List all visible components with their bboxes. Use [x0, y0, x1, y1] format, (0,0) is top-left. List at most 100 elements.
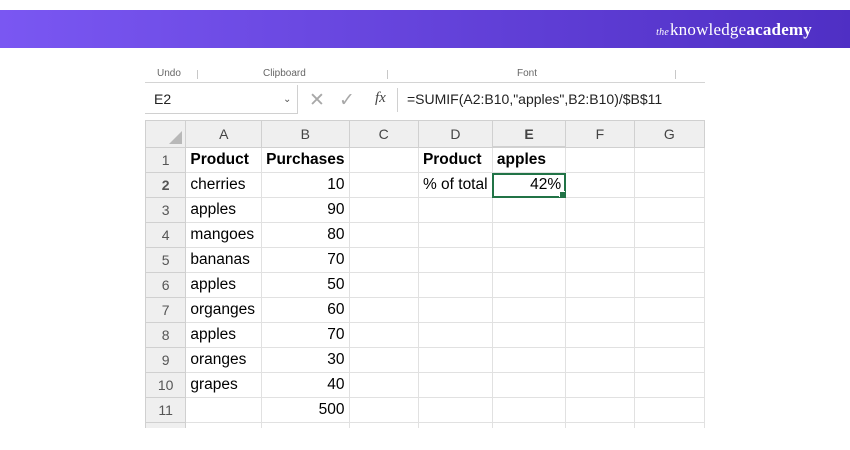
- cell-d8[interactable]: [417, 322, 493, 348]
- cell-a12[interactable]: [185, 422, 263, 428]
- cell-e2[interactable]: 42%: [491, 172, 567, 198]
- cell-a8[interactable]: apples: [185, 322, 263, 348]
- cell-g11[interactable]: [633, 397, 705, 423]
- cell-e10[interactable]: [491, 372, 567, 398]
- cell-d6[interactable]: [417, 272, 493, 298]
- cell-f6[interactable]: [565, 272, 635, 298]
- row-header-4[interactable]: 4: [145, 222, 187, 248]
- cell-c9[interactable]: [348, 347, 419, 373]
- cell-g12[interactable]: [633, 422, 705, 428]
- cell-f4[interactable]: [565, 222, 635, 248]
- cell-c11[interactable]: [348, 397, 419, 423]
- ribbon-font-label[interactable]: Font: [517, 68, 537, 79]
- cell-c10[interactable]: [348, 372, 419, 398]
- row-header-7[interactable]: 7: [145, 297, 187, 323]
- cell-b2[interactable]: 10: [261, 172, 350, 198]
- cell-b8[interactable]: 70: [261, 322, 350, 348]
- cell-c5[interactable]: [348, 247, 419, 273]
- row-header-1[interactable]: 1: [145, 146, 187, 173]
- cell-b7[interactable]: 60: [261, 297, 350, 323]
- cell-b3[interactable]: 90: [261, 197, 350, 223]
- cell-a2[interactable]: cherries: [185, 172, 263, 198]
- row-header-11[interactable]: 11: [145, 397, 187, 423]
- cell-b10[interactable]: 40: [261, 372, 350, 398]
- cancel-icon[interactable]: ✕: [309, 89, 325, 112]
- cell-f1[interactable]: [565, 146, 635, 173]
- cell-f8[interactable]: [565, 322, 635, 348]
- insert-function-icon[interactable]: fx: [375, 90, 386, 107]
- row-header-5[interactable]: 5: [145, 247, 187, 273]
- cell-e11[interactable]: [491, 397, 567, 423]
- row-header-3[interactable]: 3: [145, 197, 187, 223]
- cell-e3[interactable]: [491, 197, 567, 223]
- name-box[interactable]: E2 ⌄: [145, 85, 298, 114]
- cell-g2[interactable]: [633, 172, 705, 198]
- cell-b1[interactable]: Purchases: [261, 146, 350, 173]
- ribbon-undo-label[interactable]: Undo: [157, 68, 181, 79]
- cell-d4[interactable]: [417, 222, 493, 248]
- column-header-g[interactable]: G: [633, 120, 705, 148]
- column-header-e[interactable]: E: [491, 120, 567, 148]
- cell-e9[interactable]: [491, 347, 567, 373]
- cell-f9[interactable]: [565, 347, 635, 373]
- cell-g5[interactable]: [633, 247, 705, 273]
- cell-g6[interactable]: [633, 272, 705, 298]
- cell-c8[interactable]: [348, 322, 419, 348]
- cell-c12[interactable]: [348, 422, 419, 428]
- cell-b9[interactable]: 30: [261, 347, 350, 373]
- cell-b5[interactable]: 70: [261, 247, 350, 273]
- cell-e6[interactable]: [491, 272, 567, 298]
- cell-a7[interactable]: organges: [185, 297, 263, 323]
- cell-a4[interactable]: mangoes: [185, 222, 263, 248]
- column-header-a[interactable]: A: [185, 120, 263, 148]
- cell-c7[interactable]: [348, 297, 419, 323]
- cell-f7[interactable]: [565, 297, 635, 323]
- row-header-12[interactable]: 12: [145, 422, 187, 428]
- column-header-c[interactable]: C: [348, 120, 419, 148]
- cell-f3[interactable]: [565, 197, 635, 223]
- cell-a10[interactable]: grapes: [185, 372, 263, 398]
- enter-icon[interactable]: ✓: [339, 89, 355, 112]
- cell-d10[interactable]: [417, 372, 493, 398]
- fill-handle[interactable]: [559, 191, 565, 197]
- formula-input[interactable]: =SUMIF(A2:B10,"apples",B2:B10)/$B$11: [407, 91, 662, 107]
- cell-a11[interactable]: [185, 397, 263, 423]
- cell-c3[interactable]: [348, 197, 419, 223]
- column-header-d[interactable]: D: [417, 120, 493, 148]
- cell-f2[interactable]: [565, 172, 635, 198]
- cell-g3[interactable]: [633, 197, 705, 223]
- row-header-2[interactable]: 2: [145, 172, 187, 198]
- cell-a9[interactable]: oranges: [185, 347, 263, 373]
- cell-d11[interactable]: [417, 397, 493, 423]
- cell-g8[interactable]: [633, 322, 705, 348]
- cell-c1[interactable]: [348, 146, 419, 173]
- cell-b11[interactable]: 500: [261, 397, 350, 423]
- cell-f10[interactable]: [565, 372, 635, 398]
- ribbon-clipboard-label[interactable]: Clipboard: [263, 68, 306, 79]
- cell-e4[interactable]: [491, 222, 567, 248]
- cell-e12[interactable]: [491, 422, 567, 428]
- cell-b12[interactable]: [261, 422, 350, 428]
- cell-g1[interactable]: [633, 146, 705, 173]
- cell-f11[interactable]: [565, 397, 635, 423]
- cell-g7[interactable]: [633, 297, 705, 323]
- column-header-f[interactable]: F: [565, 120, 635, 148]
- cell-g4[interactable]: [633, 222, 705, 248]
- cell-e7[interactable]: [491, 297, 567, 323]
- row-header-8[interactable]: 8: [145, 322, 187, 348]
- cell-d3[interactable]: [417, 197, 493, 223]
- cell-d1[interactable]: Product: [417, 146, 493, 173]
- cell-g10[interactable]: [633, 372, 705, 398]
- row-header-6[interactable]: 6: [145, 272, 187, 298]
- cell-e8[interactable]: [491, 322, 567, 348]
- cell-f12[interactable]: [565, 422, 635, 428]
- cell-c4[interactable]: [348, 222, 419, 248]
- cell-a5[interactable]: bananas: [185, 247, 263, 273]
- select-all-button[interactable]: [145, 120, 187, 148]
- cell-f5[interactable]: [565, 247, 635, 273]
- cell-a6[interactable]: apples: [185, 272, 263, 298]
- cell-d12[interactable]: [417, 422, 493, 428]
- cell-b4[interactable]: 80: [261, 222, 350, 248]
- cell-d7[interactable]: [417, 297, 493, 323]
- chevron-down-icon[interactable]: ⌄: [283, 94, 291, 105]
